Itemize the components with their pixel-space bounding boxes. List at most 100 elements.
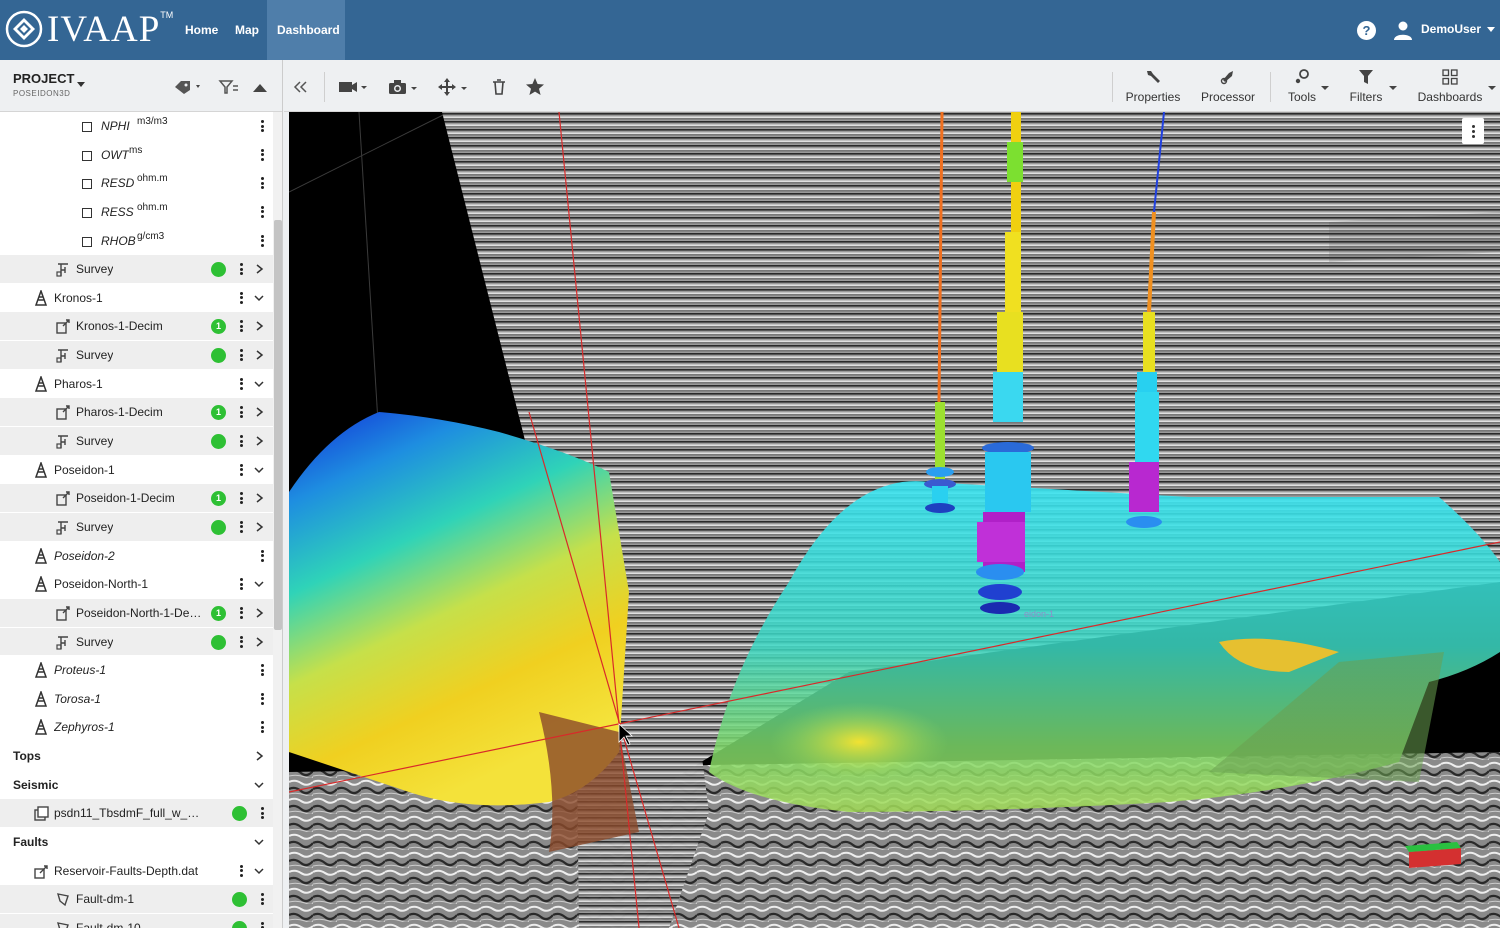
filters-button[interactable]: Filters bbox=[1340, 68, 1392, 108]
nav-map[interactable]: Map bbox=[225, 0, 269, 60]
tree-row-survey[interactable]: Survey bbox=[0, 627, 273, 657]
chevron-down-icon[interactable] bbox=[253, 865, 265, 877]
row-menu-icon[interactable] bbox=[240, 520, 243, 533]
row-menu-icon[interactable] bbox=[240, 578, 243, 591]
trash-icon[interactable] bbox=[489, 76, 509, 98]
collapse-up-icon[interactable] bbox=[248, 78, 278, 96]
chevron-right-icon[interactable] bbox=[253, 320, 265, 332]
tree-row-section[interactable]: Tops bbox=[0, 742, 273, 771]
tools-caret-icon[interactable] bbox=[1320, 84, 1330, 92]
tree-row-curve[interactable]: RESS ohm.m bbox=[0, 198, 273, 227]
row-menu-icon[interactable] bbox=[261, 549, 264, 562]
tree-row-curve[interactable]: NPHI m3/m3 bbox=[0, 112, 273, 141]
row-menu-icon[interactable] bbox=[240, 463, 243, 476]
chevron-down-icon[interactable] bbox=[253, 836, 265, 848]
3d-scene[interactable]: eidon-1 bbox=[289, 112, 1500, 928]
chevron-right-icon[interactable] bbox=[253, 492, 265, 504]
row-menu-icon[interactable] bbox=[240, 406, 243, 419]
properties-button[interactable]: Properties bbox=[1124, 68, 1182, 108]
tree-row-section[interactable]: Faults bbox=[0, 828, 273, 857]
row-menu-icon[interactable] bbox=[240, 349, 243, 362]
tree-row-curve[interactable]: RHOB g/cm3 bbox=[0, 227, 273, 256]
filters-caret-icon[interactable] bbox=[1388, 84, 1398, 92]
checkbox-icon[interactable] bbox=[82, 236, 92, 247]
row-menu-icon[interactable] bbox=[261, 177, 264, 190]
chevron-down-icon[interactable] bbox=[253, 292, 265, 304]
row-menu-icon[interactable] bbox=[261, 692, 264, 705]
nav-dashboard[interactable]: Dashboard bbox=[267, 0, 345, 60]
tree-row-fault[interactable]: Fault-dm-10 bbox=[0, 913, 273, 928]
3d-viewport[interactable]: eidon-1 bbox=[289, 112, 1500, 928]
tree-row-well[interactable]: Kronos-1 bbox=[0, 284, 273, 313]
star-icon[interactable] bbox=[524, 76, 546, 98]
row-menu-icon[interactable] bbox=[261, 205, 264, 218]
tools-button[interactable]: Tools bbox=[1278, 68, 1326, 108]
row-menu-icon[interactable] bbox=[261, 893, 264, 906]
tree-row-well[interactable]: Proteus-1 bbox=[0, 656, 273, 685]
row-menu-icon[interactable] bbox=[240, 864, 243, 877]
row-menu-icon[interactable] bbox=[240, 263, 243, 276]
row-menu-icon[interactable] bbox=[240, 606, 243, 619]
row-menu-icon[interactable] bbox=[261, 721, 264, 734]
row-menu-icon[interactable] bbox=[240, 492, 243, 505]
chevron-right-icon[interactable] bbox=[253, 750, 265, 762]
dashboards-button[interactable]: Dashboards bbox=[1412, 68, 1488, 108]
chevron-right-icon[interactable] bbox=[253, 607, 265, 619]
video-camera-icon[interactable] bbox=[336, 76, 376, 98]
project-caret-icon[interactable] bbox=[77, 82, 85, 87]
chevron-right-icon[interactable] bbox=[253, 406, 265, 418]
tree-row-survey[interactable]: Survey bbox=[0, 512, 273, 542]
ivaap-logo[interactable]: IVAAP TM bbox=[5, 6, 173, 52]
tree-row-curve[interactable]: OWT ms bbox=[0, 141, 273, 170]
chevron-down-icon[interactable] bbox=[253, 578, 265, 590]
tree-row-survey[interactable]: Survey bbox=[0, 255, 273, 284]
tree-row-fault[interactable]: Fault-dm-1 bbox=[0, 885, 273, 914]
move-icon[interactable] bbox=[436, 76, 476, 98]
tag-filter-icon[interactable] bbox=[172, 78, 202, 96]
tree-row-faultset[interactable]: Reservoir-Faults-Depth.dat bbox=[0, 857, 273, 886]
row-menu-icon[interactable] bbox=[240, 635, 243, 648]
tree-row-survey[interactable]: Survey bbox=[0, 341, 273, 370]
tree-row-survey[interactable]: Survey bbox=[0, 427, 273, 456]
tree-filter-icon[interactable] bbox=[216, 78, 246, 96]
chevron-right-icon[interactable] bbox=[253, 263, 265, 275]
chevron-right-icon[interactable] bbox=[253, 521, 265, 533]
user-name[interactable]: DemoUser bbox=[1421, 22, 1481, 36]
row-menu-icon[interactable] bbox=[240, 320, 243, 333]
chevron-down-icon[interactable] bbox=[253, 779, 265, 791]
tree-row-seismic[interactable]: psdn11_TbsdmF_full_w_AGC_... bbox=[0, 799, 273, 829]
camera-icon[interactable] bbox=[386, 76, 426, 98]
tree-row-well[interactable]: Poseidon-2 bbox=[0, 542, 273, 571]
row-menu-icon[interactable] bbox=[240, 435, 243, 448]
double-chevron-left-icon[interactable] bbox=[286, 76, 316, 98]
row-menu-icon[interactable] bbox=[261, 234, 264, 247]
processor-button[interactable]: Processor bbox=[1198, 68, 1258, 108]
chevron-down-icon[interactable] bbox=[253, 464, 265, 476]
checkbox-icon[interactable] bbox=[82, 150, 92, 161]
nav-home[interactable]: Home bbox=[175, 0, 228, 60]
tree-row-log[interactable]: Poseidon-1-Decim 1 bbox=[0, 484, 273, 513]
checkbox-icon[interactable] bbox=[82, 207, 92, 218]
user-icon[interactable] bbox=[1393, 20, 1413, 40]
chevron-right-icon[interactable] bbox=[253, 636, 265, 648]
checkbox-icon[interactable] bbox=[82, 179, 92, 190]
row-menu-icon[interactable] bbox=[240, 291, 243, 304]
user-caret-icon[interactable] bbox=[1487, 27, 1495, 32]
help-icon[interactable]: ? bbox=[1357, 21, 1376, 40]
viewport-menu-icon[interactable] bbox=[1462, 118, 1484, 144]
chevron-right-icon[interactable] bbox=[253, 349, 265, 361]
tree-row-curve[interactable]: RESD ohm.m bbox=[0, 169, 273, 198]
chevron-down-icon[interactable] bbox=[253, 378, 265, 390]
project-label[interactable]: PROJECT bbox=[13, 71, 74, 86]
row-menu-icon[interactable] bbox=[261, 807, 264, 820]
checkbox-icon[interactable] bbox=[82, 122, 92, 132]
tree-row-section[interactable]: Seismic bbox=[0, 771, 273, 800]
tree-row-well[interactable]: Pharos-1 bbox=[0, 370, 273, 399]
sidebar-scroll-thumb[interactable] bbox=[274, 220, 282, 630]
tree-row-log[interactable]: Poseidon-North-1-Dec... 1 bbox=[0, 598, 273, 628]
tree-row-well[interactable]: Zephyros-1 bbox=[0, 713, 273, 743]
row-menu-icon[interactable] bbox=[261, 148, 264, 161]
tree-row-well[interactable]: Poseidon-1 bbox=[0, 456, 273, 485]
tree-row-well[interactable]: Torosa-1 bbox=[0, 685, 273, 714]
chevron-right-icon[interactable] bbox=[253, 435, 265, 447]
